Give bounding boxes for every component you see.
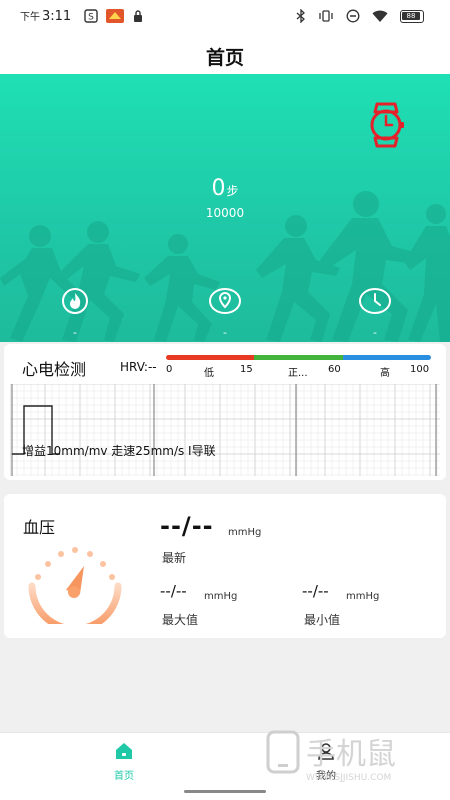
hrv-low-segment <box>166 355 255 360</box>
bp-min-value: --/-- <box>302 582 329 600</box>
bp-title: 血压 <box>23 518 56 537</box>
watermark-logo: 手机鼠 WWW.SJJISHU.COM <box>266 730 396 783</box>
gauge-icon <box>28 547 122 624</box>
bp-min-label: 最小值 <box>304 613 341 627</box>
bp-min-unit: mmHg <box>346 591 380 602</box>
status-time: 3:11 <box>42 9 72 24</box>
title-bar: 首页 <box>0 36 450 74</box>
calories-value: - <box>73 326 77 339</box>
status-ampm: 下午 <box>20 12 40 23</box>
duration-value: - <box>373 326 377 339</box>
ecg-caption: 增益10mm/mv 走速25mm/s I导联 <box>22 444 216 458</box>
distance-value: - <box>223 326 227 339</box>
clock-icon <box>359 288 391 314</box>
bp-latest-label: 最新 <box>162 551 187 565</box>
wifi-icon <box>372 10 388 22</box>
status-bar: 下午 3:11 S 88 <box>0 0 450 36</box>
svg-text:S: S <box>88 13 94 23</box>
flame-icon <box>62 288 88 314</box>
hrv-scale-bar <box>166 355 431 360</box>
app-notification-icon <box>106 9 124 23</box>
hrv-tick-low: 低 <box>204 368 214 379</box>
bp-latest-value: --/-- <box>160 512 214 540</box>
hrv-tick-60: 60 <box>328 364 341 375</box>
blood-pressure-card[interactable]: 血压 --/-- mmHg 最新 --/-- mmHg 最大值 --/-- mm… <box>4 494 446 638</box>
battery-level: 88 <box>402 11 420 20</box>
hrv-tick-15: 15 <box>240 364 253 375</box>
steps-unit: 步 <box>226 184 239 198</box>
steps-value: 0 <box>211 176 226 201</box>
home-indicator[interactable] <box>184 790 266 793</box>
vibrate-icon <box>319 10 333 22</box>
hrv-tick-0: 0 <box>166 364 173 375</box>
bp-max-label: 最大值 <box>162 613 199 627</box>
do-not-disturb-icon <box>346 9 360 23</box>
ecg-title: 心电检测 <box>22 360 87 379</box>
watch-icon[interactable] <box>364 100 408 150</box>
lock-icon <box>134 10 142 22</box>
hrv-normal-segment <box>254 355 343 360</box>
watermark-text: 手机鼠 <box>306 737 396 772</box>
status-clock: 下午 3:11 <box>20 8 71 24</box>
duration-stat: - <box>358 288 392 339</box>
home-icon <box>116 743 132 759</box>
hrv-tick-100: 100 <box>410 364 430 375</box>
hrv-label: HRV:-- <box>120 360 157 374</box>
bp-max-unit: mmHg <box>204 591 238 602</box>
hrv-high-segment <box>342 355 431 360</box>
ecg-grid <box>10 384 440 476</box>
notification-s-icon: S <box>84 9 98 23</box>
hrv-tick-normal: 正... <box>288 368 308 379</box>
watermark-sub: WWW.SJJISHU.COM <box>306 773 391 783</box>
location-pin-icon <box>209 288 241 314</box>
nav-home-label: 首页 <box>114 771 134 782</box>
bp-latest-unit: mmHg <box>228 527 262 538</box>
ecg-card[interactable]: 心电检测 HRV:-- 0 低 15 正... 60 高 100 增益10mm/… <box>4 344 446 480</box>
battery-icon: 88 <box>400 9 424 23</box>
bluetooth-icon <box>296 9 305 23</box>
steps-count: 0步 <box>0 176 450 201</box>
steps-goal: 10000 <box>205 206 245 220</box>
hrv-tick-high: 高 <box>380 368 390 379</box>
bp-max-value: --/-- <box>160 582 187 600</box>
nav-home[interactable]: 首页 <box>94 741 154 782</box>
steps-hero: 0步 10000 - - - <box>0 74 450 342</box>
calories-stat: - <box>58 288 92 339</box>
distance-stat: - <box>208 288 242 339</box>
